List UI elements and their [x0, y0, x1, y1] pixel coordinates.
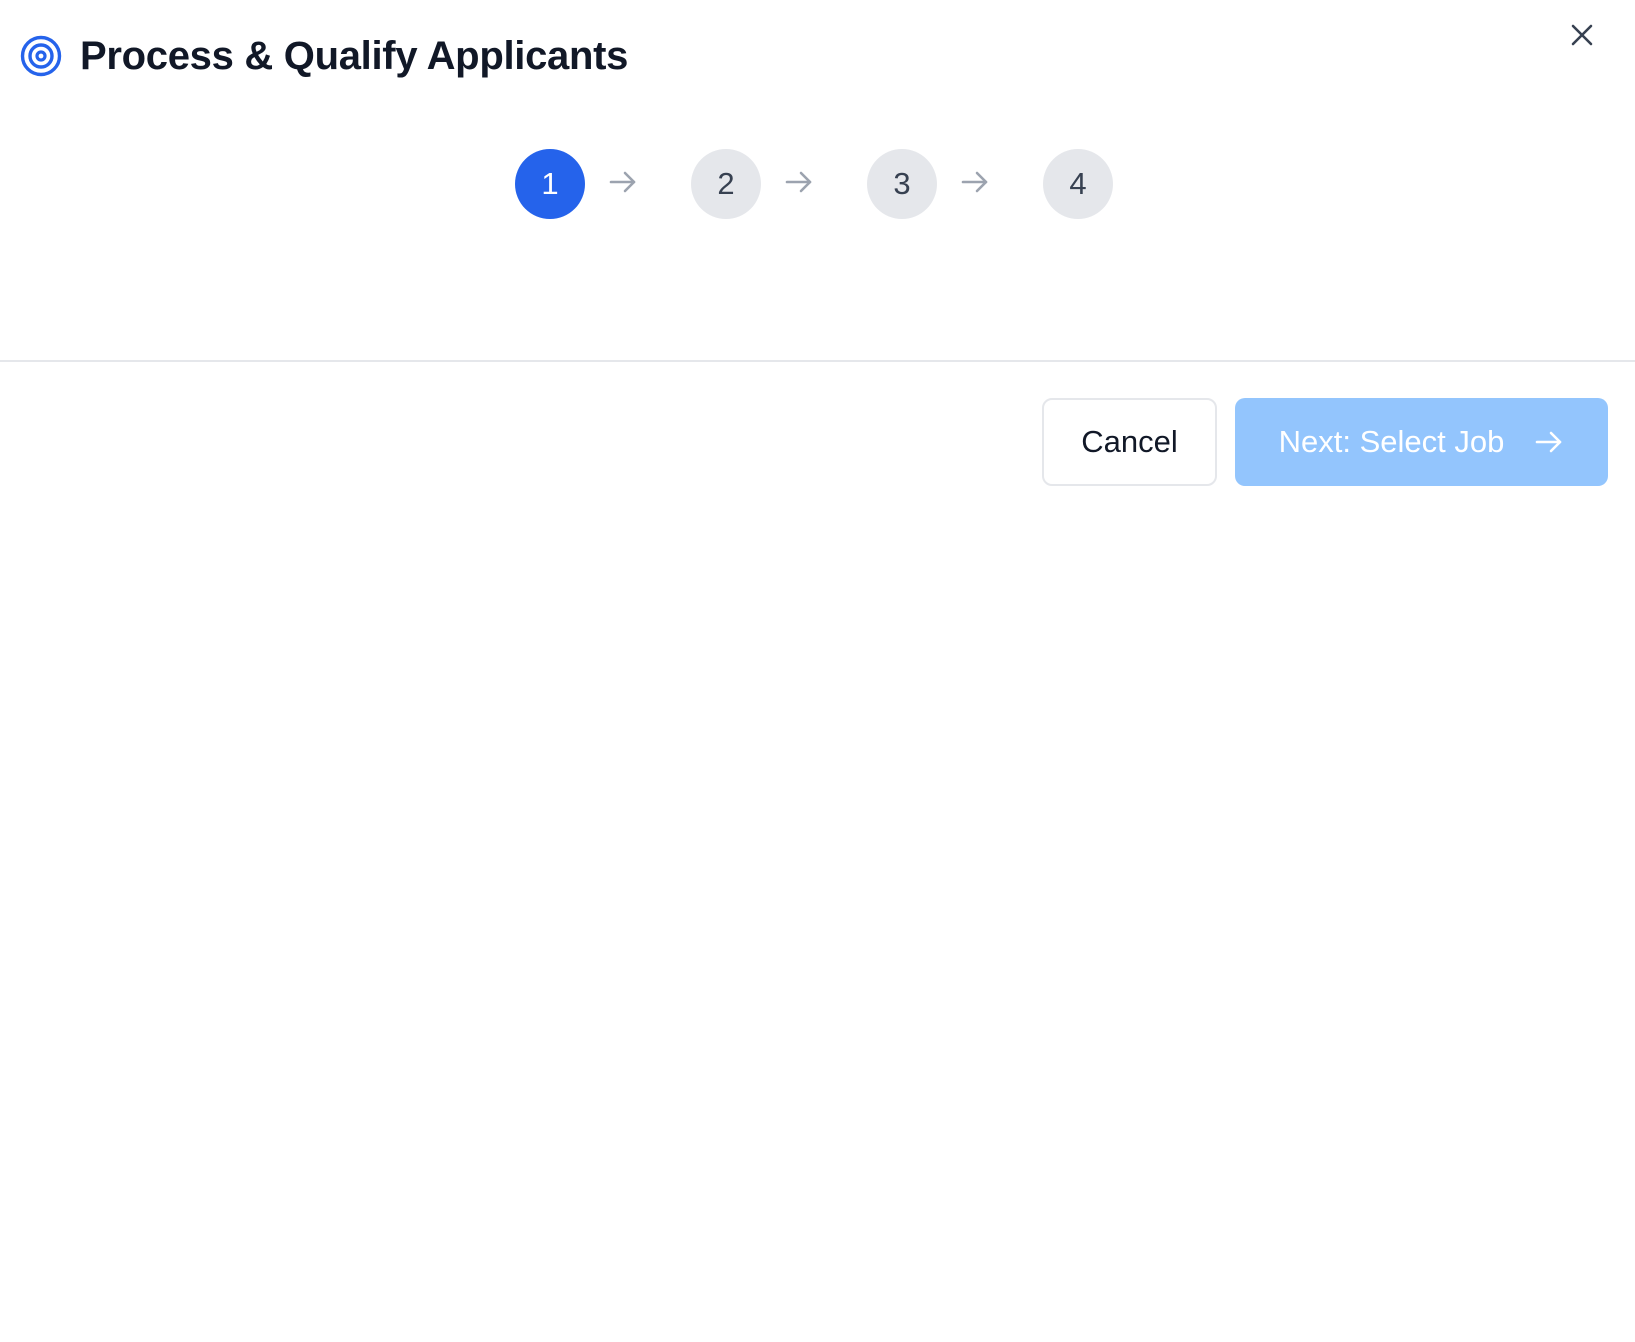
step-3: 3 [867, 149, 937, 219]
close-icon [1567, 24, 1597, 54]
step-arrow [585, 149, 691, 219]
dialog-footer: Cancel Next: Select Job [1042, 398, 1608, 486]
arrow-right-icon [585, 167, 638, 202]
close-button[interactable] [1567, 20, 1597, 50]
arrow-right-icon [761, 167, 814, 202]
next-button-label: Next: Select Job [1278, 424, 1505, 459]
step-arrow [761, 149, 867, 219]
step-2: 2 [691, 149, 761, 219]
cancel-button[interactable]: Cancel [1042, 398, 1217, 486]
process-applicants-dialog: Process & Qualify Applicants 1 2 3 4 Can… [0, 0, 1635, 1342]
target-icon [20, 35, 62, 77]
arrow-right-icon [937, 167, 990, 202]
step-4: 4 [1043, 149, 1113, 219]
stepper: 1 2 3 4 [515, 149, 1113, 219]
step-arrow [937, 149, 1043, 219]
next-select-job-button[interactable]: Next: Select Job [1235, 398, 1608, 486]
dialog-header: Process & Qualify Applicants [20, 30, 628, 82]
step-1: 1 [515, 149, 585, 219]
dialog-title: Process & Qualify Applicants [80, 33, 629, 78]
footer-divider [0, 360, 1635, 362]
arrow-right-icon [1534, 427, 1564, 457]
